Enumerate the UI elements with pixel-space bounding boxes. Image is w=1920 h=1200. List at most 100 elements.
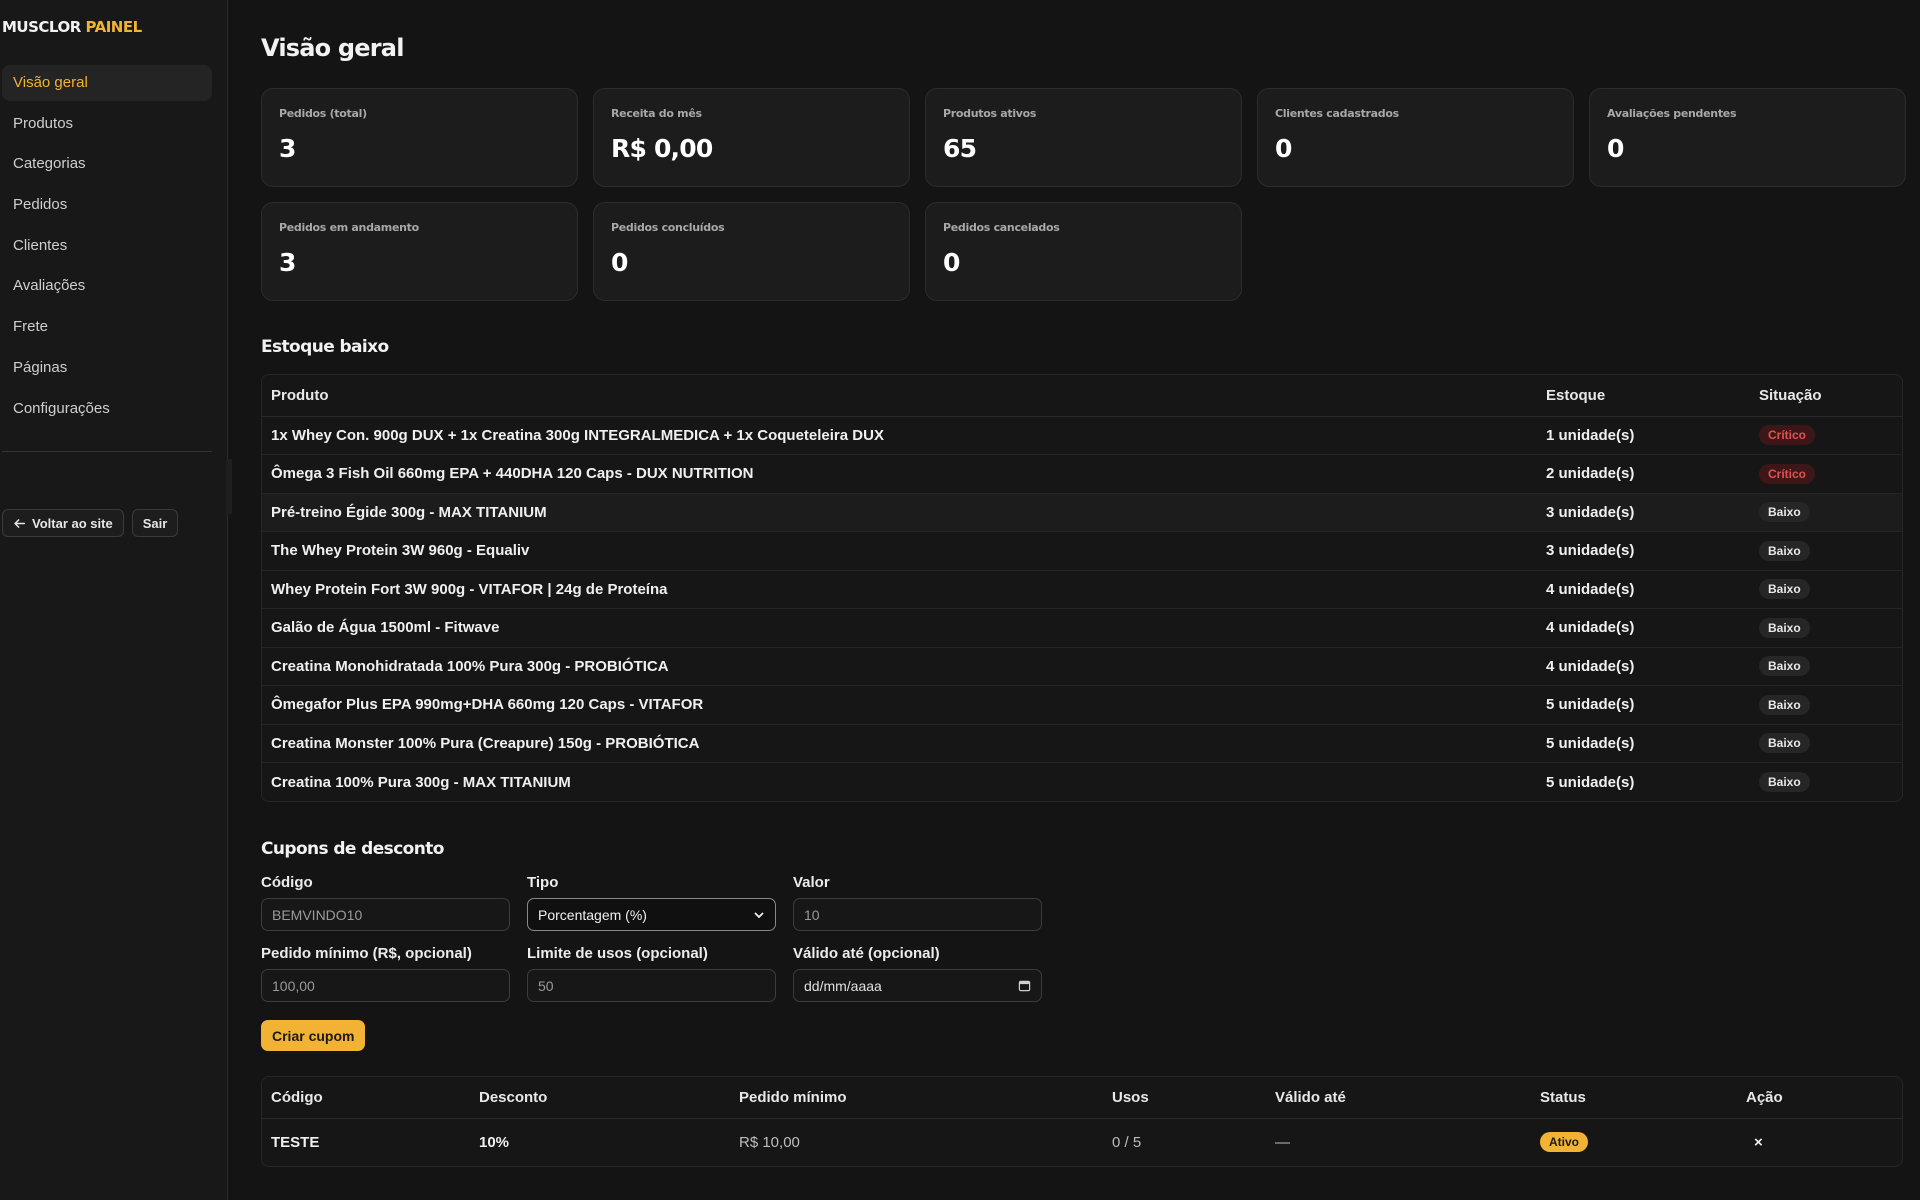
field-label: Pedido mínimo (R$, opcional) [261,945,472,962]
coupon-value-input[interactable]: 10 [793,898,1042,931]
product-name: Ômega 3 Fish Oil 660mg EPA + 440DHA 120 … [262,454,1537,494]
product-name: Creatina 100% Pura 300g - MAX TITANIUM [271,773,571,791]
column-header-status: Situação [1750,375,1902,417]
column-header-discount: Desconto [470,1077,730,1119]
sidebar-item-reviews[interactable]: Avaliações [2,268,212,304]
back-to-site-label: Voltar ao site [32,515,113,531]
valid-until-date-input[interactable]: dd/mm/aaaa [793,969,1042,1002]
status-badge: Baixo [1759,772,1810,792]
product-name: Ômegafor Plus EPA 990mg+DHA 660mg 120 Ca… [262,685,1537,725]
sidebar-item-products[interactable]: Produtos [2,106,212,142]
stat-card-total-orders: Pedidos (total) 3 [261,88,578,187]
stat-card-pending-reviews: Avaliações pendentes 0 [1589,88,1906,187]
status-badge: Baixo [1759,617,1810,638]
stock-count: 4 unidade(s) [1537,608,1750,648]
coupon-code-input[interactable]: BEMVINDO10 [261,898,510,931]
field-min-order: Pedido mínimo (R$, opcional) 100,00 [261,945,510,1002]
stat-label: Pedidos cancelados [943,221,1060,234]
brand-name: MUSCLOR [2,18,81,36]
stat-value: 3 [279,248,296,277]
sidebar-item-shipping[interactable]: Frete [2,309,212,345]
sidebar-item-overview[interactable]: Visão geral [2,65,212,101]
placeholder-text: dd/mm/aaaa [804,977,882,994]
table-row: Creatina 100% Pura 300g - MAX TITANIUM 5… [262,763,1902,802]
sidebar-collapse-handle[interactable] [226,459,232,514]
brand-logo[interactable]: MUSCLOR PAINEL [2,18,142,36]
stat-label: Avaliações pendentes [1607,107,1737,120]
sidebar-divider [2,451,212,452]
column-header-min-order: Pedido mínimo [730,1077,1103,1119]
selected-value: Porcentagem (%) [538,906,647,923]
page-title: Visão geral [261,34,404,62]
stat-label: Receita do mês [611,107,702,120]
usage-limit-input[interactable]: 50 [527,969,776,1002]
sidebar-item-settings[interactable]: Configurações [2,391,212,427]
stat-card-customers: Clientes cadastrados 0 [1257,88,1574,187]
min-order-input[interactable]: 100,00 [261,969,510,1002]
low-stock-table: Produto Estoque Situação 1x Whey Con. 90… [261,374,1903,802]
stat-value: 0 [1607,134,1624,163]
stat-label: Pedidos (total) [279,107,367,120]
sidebar-item-orders[interactable]: Pedidos [2,187,212,223]
coupon-min-order: R$ 10,00 [739,1133,800,1151]
coupon-type-select[interactable]: Porcentagem (%) [527,898,776,931]
sidebar-item-pages[interactable]: Páginas [2,350,212,386]
sidebar: MUSCLOR PAINEL Visão geral Produtos Cate… [0,0,228,1200]
stat-card-orders-cancelled: Pedidos cancelados 0 [925,202,1242,301]
coupon-uses: 0 / 5 [1112,1133,1142,1151]
table-row: TESTE 10% R$ 10,00 0 / 5 — Ativo × [262,1118,1902,1166]
table-row: The Whey Protein 3W 960g - Equaliv 3 uni… [262,531,1902,571]
brand-accent: PAINEL [85,18,142,36]
product-name: Galão de Água 1500ml - Fitwave [262,608,1537,648]
stock-count: 5 unidade(s) [1546,773,1635,791]
stat-card-orders-completed: Pedidos concluídos 0 [593,202,910,301]
placeholder-text: 50 [538,977,554,994]
stock-count: 3 unidade(s) [1537,493,1750,532]
sidebar-nav: Visão geral Produtos Categorias Pedidos … [2,65,212,431]
sidebar-item-customers[interactable]: Clientes [2,228,212,264]
table-row: Galão de Água 1500ml - Fitwave 4 unidade… [262,608,1902,648]
field-value: Valor 10 [793,874,1042,931]
arrow-left-icon [14,518,26,528]
column-header-uses: Usos [1103,1077,1266,1119]
placeholder-text: 100,00 [272,977,315,994]
table-header-row: Produto Estoque Situação [262,375,1902,417]
status-badge: Crítico [1759,425,1816,446]
logout-label: Sair [142,515,168,531]
stat-value: R$ 0,00 [611,134,713,163]
column-header-action: Ação [1737,1077,1902,1119]
calendar-icon[interactable] [1018,979,1031,992]
table-row: Creatina Monohidratada 100% Pura 300g - … [262,647,1902,686]
sidebar-actions: Voltar ao site Sair [2,509,179,537]
status-badge: Crítico [1759,463,1816,484]
stats-grid: Pedidos (total) 3 Receita do mês R$ 0,00… [261,88,1906,301]
table-row: Ômegafor Plus EPA 990mg+DHA 660mg 120 Ca… [262,685,1902,725]
column-header-product: Produto [262,375,1537,417]
table-row: Creatina Monster 100% Pura (Creapure) 15… [262,724,1902,763]
delete-coupon-button[interactable]: × [1737,1118,1902,1166]
product-name: Creatina Monohidratada 100% Pura 300g - … [262,647,1537,686]
back-to-site-button[interactable]: Voltar ao site [2,509,124,537]
stat-card-monthly-revenue: Receita do mês R$ 0,00 [593,88,910,187]
coupon-code: TESTE [271,1133,320,1151]
status-badge: Baixo [1759,540,1810,561]
stock-count: 5 unidade(s) [1537,685,1750,725]
column-header-code: Código [262,1077,470,1119]
stock-count: 4 unidade(s) [1537,647,1750,686]
status-badge: Baixo [1759,579,1810,600]
stat-label: Produtos ativos [943,107,1037,120]
sidebar-item-categories[interactable]: Categorias [2,146,212,182]
field-type: Tipo Porcentagem (%) [527,874,776,931]
stat-value: 0 [611,248,628,277]
product-name: Creatina Monster 100% Pura (Creapure) 15… [262,724,1537,763]
table-row: Whey Protein Fort 3W 900g - VITAFOR | 24… [262,570,1902,609]
coupon-discount: 10% [479,1133,510,1151]
field-label: Tipo [527,874,559,891]
create-coupon-button[interactable]: Criar cupom [261,1020,366,1051]
table-header-row: Código Desconto Pedido mínimo Usos Válid… [262,1077,1902,1119]
table-row: Ômega 3 Fish Oil 660mg EPA + 440DHA 120 … [262,454,1902,494]
coupon-form: Código BEMVINDO10 Tipo Porcentagem (%) V… [261,874,1081,1002]
logout-button[interactable]: Sair [131,509,179,537]
stat-label: Pedidos concluídos [611,221,725,234]
stock-count: 2 unidade(s) [1537,454,1750,494]
